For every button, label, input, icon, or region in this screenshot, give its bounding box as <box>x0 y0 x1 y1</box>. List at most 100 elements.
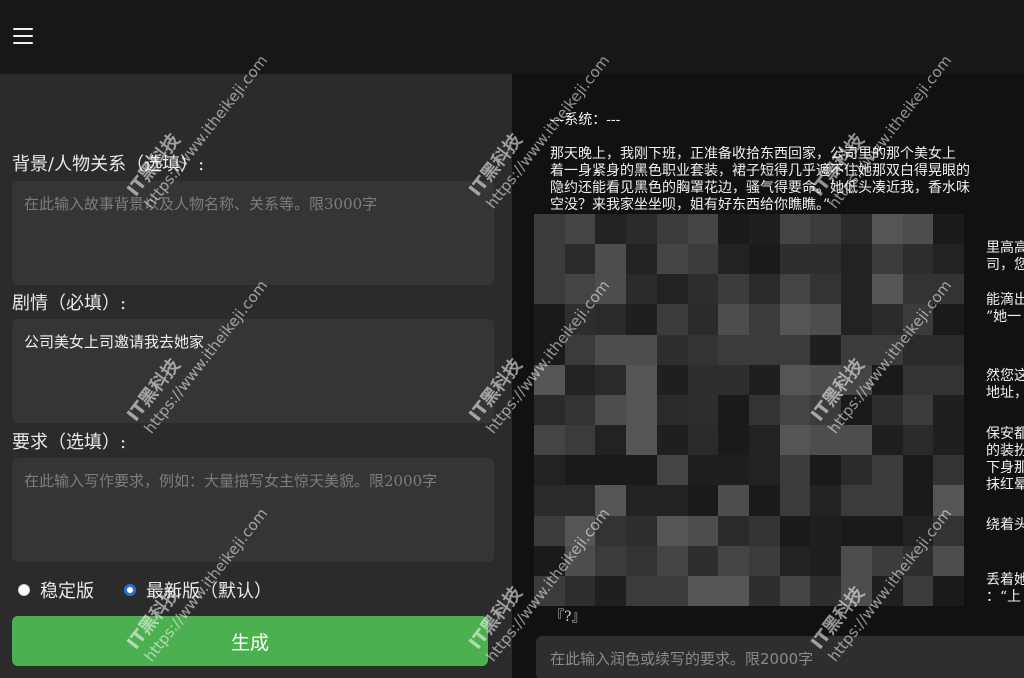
mosaic-cell <box>871 515 903 546</box>
mosaic-cell <box>779 455 811 486</box>
mosaic-cell <box>841 274 872 305</box>
mosaic-cell <box>718 214 749 245</box>
mosaic-cell <box>841 244 872 275</box>
mosaic-cell <box>748 274 780 305</box>
hamburger-menu-icon[interactable] <box>13 28 33 48</box>
mosaic-cell <box>687 455 719 486</box>
mosaic-cell <box>595 304 627 335</box>
plot-input[interactable]: 公司美女上司邀请我去她家 <box>12 319 494 423</box>
refine-input[interactable]: 在此输入润色或续写的要求。限2000字 <box>536 636 1024 678</box>
mosaic-cell <box>534 334 565 365</box>
story-fragment: 丢着她 ：“上 <box>986 572 1024 606</box>
mosaic-cell <box>564 394 596 426</box>
mosaic-cell <box>902 394 934 426</box>
mosaic-cell <box>595 244 627 275</box>
mosaic-cell <box>779 274 811 305</box>
version-option-latest[interactable]: 最新版（默认） <box>124 577 272 603</box>
mosaic-cell <box>871 485 903 516</box>
radio-unchecked-icon[interactable] <box>18 584 30 596</box>
mosaic-cell <box>595 394 627 426</box>
mosaic-cell <box>779 485 811 516</box>
mosaic-cell <box>902 334 934 365</box>
mosaic-cell <box>933 425 964 456</box>
mosaic-cell <box>902 244 934 275</box>
mosaic-cell <box>687 515 719 546</box>
mosaic-cell <box>871 545 903 576</box>
mosaic-cell <box>841 214 872 245</box>
mosaic-cell <box>718 334 749 365</box>
mosaic-cell <box>933 485 964 516</box>
mosaic-cell <box>871 364 903 395</box>
version-option-label: 最新版（默认） <box>146 581 272 602</box>
mosaic-cell <box>871 455 903 486</box>
story-line: 着一身紧身的黑色职业套装，裙子短得几乎遮不住她那双白得晃眼的 <box>550 163 970 179</box>
mosaic-cell <box>902 364 934 395</box>
mosaic-cell <box>810 274 842 305</box>
mosaic-cell <box>779 545 811 576</box>
mosaic-cell <box>871 394 903 426</box>
mosaic-cell <box>748 304 780 335</box>
mosaic-cell <box>656 455 688 486</box>
mosaic-cell <box>841 515 872 546</box>
mosaic-cell <box>810 334 842 365</box>
mosaic-cell <box>748 334 780 365</box>
mosaic-cell <box>564 334 596 365</box>
mosaic-cell <box>656 394 688 426</box>
story-line: 空没？来我家坐坐呗，姐有好东西给你瞧瞧。” <box>550 197 831 213</box>
story-fragment: 保安都 的装扮 下身那 抹红晕 <box>986 426 1024 494</box>
mosaic-cell <box>779 364 811 395</box>
fragment-line: 丢着她 <box>986 572 1024 588</box>
mosaic-cell <box>595 455 627 486</box>
mosaic-cell <box>718 274 749 305</box>
top-bar <box>0 0 1024 74</box>
mosaic-cell <box>687 394 719 426</box>
mosaic-cell <box>841 394 872 426</box>
generate-button[interactable]: 生成 <box>12 616 488 666</box>
mosaic-cell <box>748 545 780 576</box>
mosaic-cell <box>595 274 627 305</box>
mosaic-cell <box>810 545 842 576</box>
story-paragraph: 那天晚上，我刚下班，正准备收拾东西回家，公司里的那个美女上 着一身紧身的黑色职业… <box>550 146 1024 214</box>
mosaic-cell <box>841 575 872 606</box>
mosaic-cell <box>841 334 872 365</box>
mosaic-cell <box>718 485 749 516</box>
mosaic-cell <box>933 214 964 245</box>
requirements-input[interactable]: 在此输入写作要求，例如：大量描写女主惊天美貌。限2000字 <box>12 458 494 562</box>
version-option-stable[interactable]: 稳定版 <box>18 577 94 603</box>
mosaic-cell <box>564 304 596 335</box>
mosaic-cell <box>933 575 964 606</box>
mosaic-cell <box>718 394 749 426</box>
background-input[interactable]: 在此输入故事背景以及人物名称、关系等。限3000字 <box>12 181 494 285</box>
mosaic-cell <box>810 364 842 395</box>
mosaic-cell <box>656 575 688 606</box>
fragment-line: ”她一 <box>986 309 1022 325</box>
fragment-line: 地址， <box>986 385 1024 401</box>
mosaic-cell <box>902 485 934 516</box>
mosaic-cell <box>871 304 903 335</box>
mosaic-cell <box>810 455 842 486</box>
mosaic-cell <box>902 575 934 606</box>
mosaic-cell <box>871 575 903 606</box>
story-line: 那天晚上，我刚下班，正准备收拾东西回家，公司里的那个美女上 <box>550 146 956 162</box>
mosaic-cell <box>687 425 719 456</box>
mosaic-cell <box>687 364 719 395</box>
mosaic-cell <box>718 455 749 486</box>
output-panel: ---系统：--- 那天晚上，我刚下班，正准备收拾东西回家，公司里的那个美女上 … <box>512 74 1024 678</box>
mosaic-cell <box>534 455 565 486</box>
mosaic-cell <box>656 334 688 365</box>
plot-label: 剧情（必填）: <box>12 293 127 314</box>
mosaic-cell <box>841 304 872 335</box>
mosaic-cell <box>748 485 780 516</box>
mosaic-cell <box>902 455 934 486</box>
mosaic-cell <box>810 515 842 546</box>
story-output: ---系统：--- 那天晚上，我刚下班，正准备收拾东西回家，公司里的那个美女上 … <box>550 112 1024 214</box>
radio-checked-icon[interactable] <box>124 584 136 596</box>
mosaic-cell <box>810 304 842 335</box>
mosaic-cell <box>810 575 842 606</box>
mosaic-cell <box>656 425 688 456</box>
mosaic-cell <box>810 244 842 275</box>
mosaic-cell <box>779 244 811 275</box>
mosaic-cell <box>656 304 688 335</box>
mosaic-cell <box>595 364 627 395</box>
mosaic-cell <box>810 394 842 426</box>
